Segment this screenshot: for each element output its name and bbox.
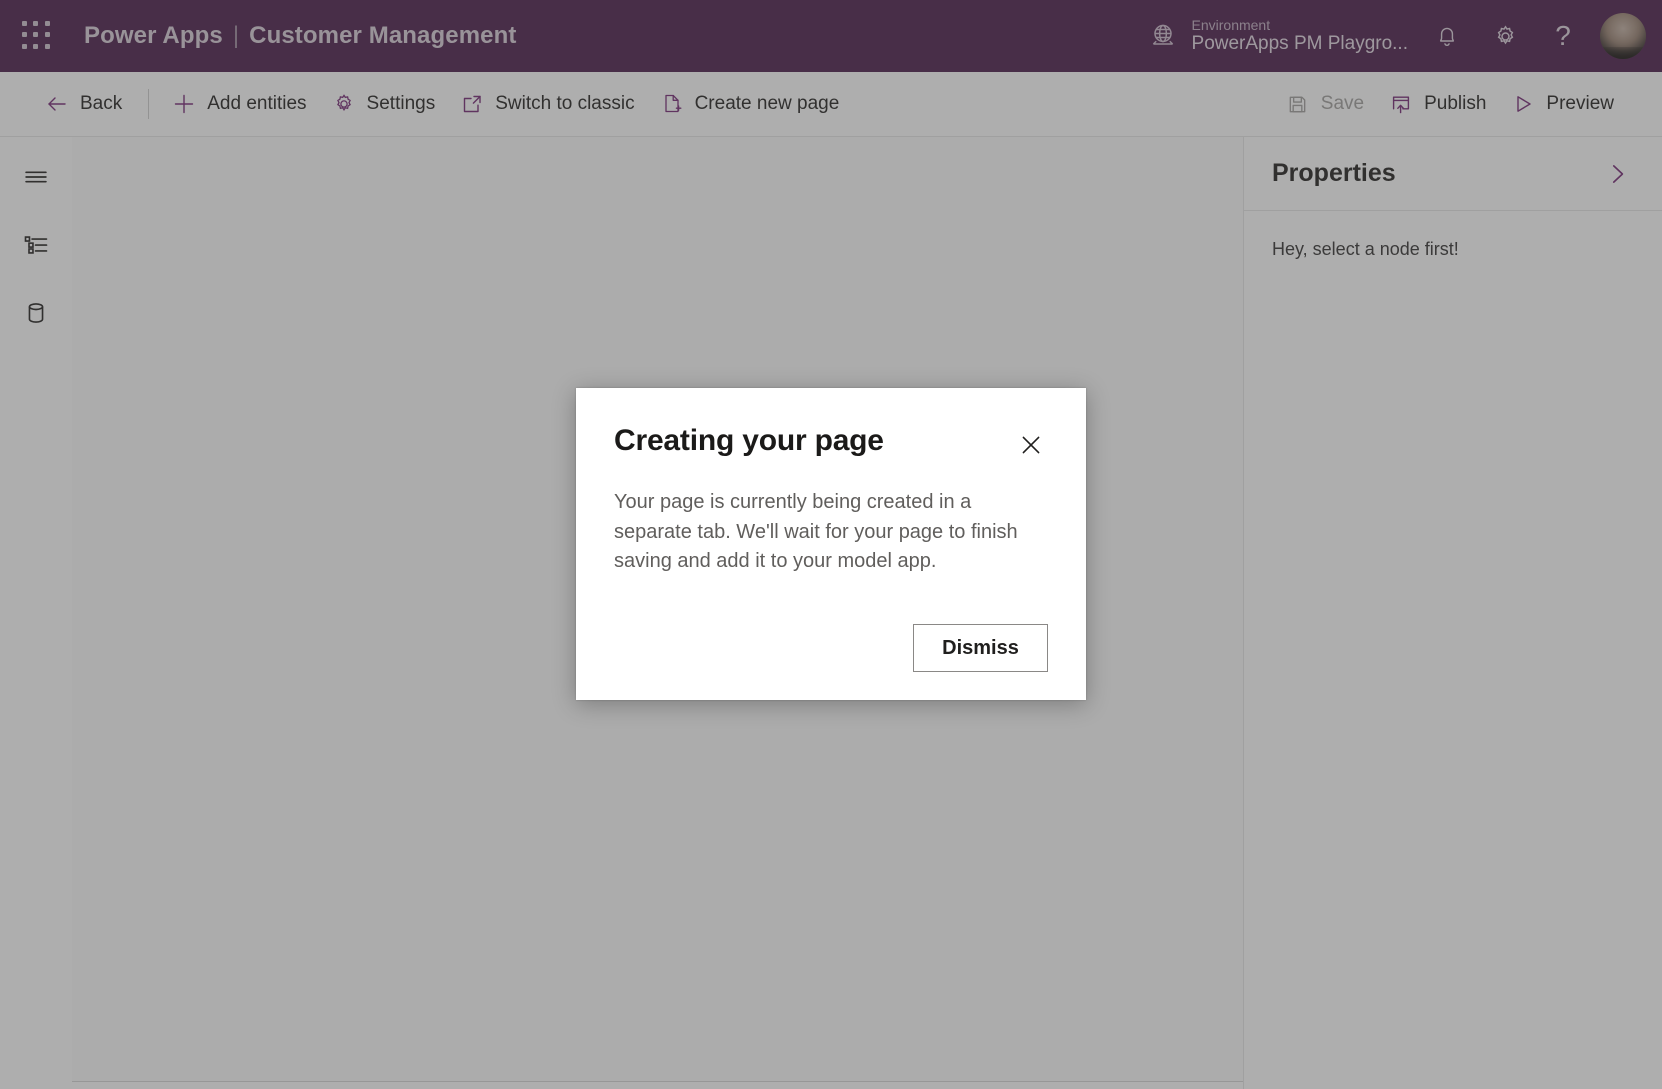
dialog-header: Creating your page	[614, 424, 1048, 462]
power-apps-app-designer: Power Apps | Customer Management Environme…	[0, 0, 1662, 1089]
dialog-title: Creating your page	[614, 424, 884, 457]
dismiss-button[interactable]: Dismiss	[913, 624, 1048, 672]
dialog-message: Your page is currently being created in …	[614, 491, 1018, 573]
dialog-actions: Dismiss	[614, 624, 1048, 672]
close-x-icon[interactable]	[1014, 428, 1048, 462]
creating-page-dialog: Creating your page Your page is currentl…	[576, 388, 1086, 700]
